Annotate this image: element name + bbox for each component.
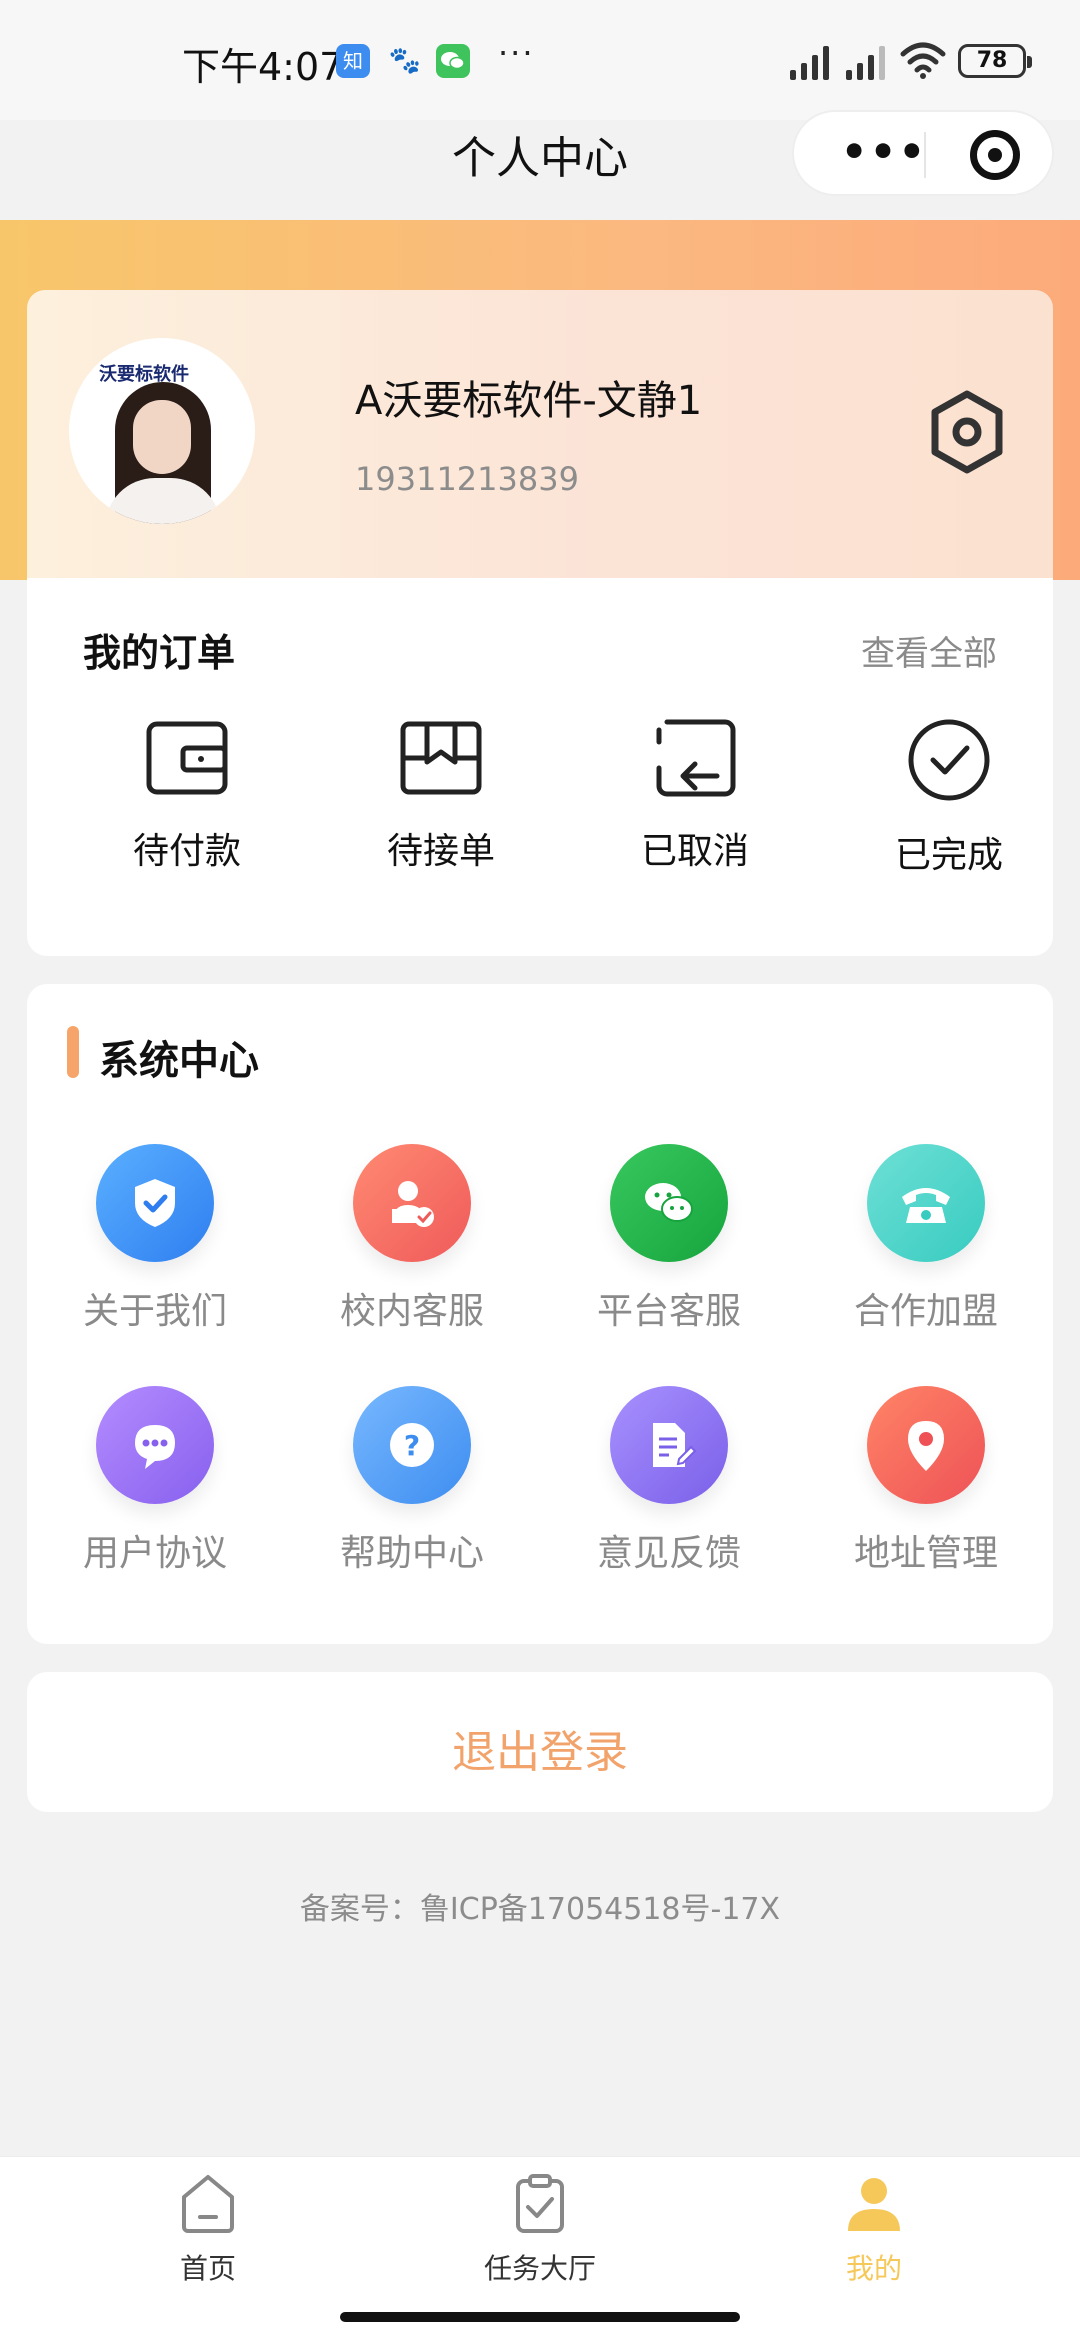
document-edit-icon bbox=[610, 1386, 728, 1504]
wallet-icon bbox=[146, 721, 228, 795]
more-menu-button[interactable]: ••• bbox=[834, 128, 934, 182]
tab-label: 首页 bbox=[179, 2252, 236, 2285]
settings-icon[interactable] bbox=[929, 390, 1005, 474]
avatar[interactable]: 沃要标软件 bbox=[69, 338, 255, 524]
mini-program-capsule: ••• bbox=[792, 110, 1054, 196]
order-pending-payment[interactable]: 待付款 bbox=[87, 718, 287, 918]
home-icon bbox=[182, 2175, 234, 2233]
order-label: 已完成 bbox=[894, 835, 1003, 876]
orders-title: 我的订单 bbox=[83, 631, 236, 675]
system-center-card: 系统中心 关于我们 校内客服 平台客服 合作加盟 用户协议 ? 帮助中心 意见反… bbox=[27, 984, 1053, 1644]
system-item-label: 用户协议 bbox=[82, 1533, 227, 1574]
box-icon bbox=[400, 721, 482, 795]
status-time: 下午4:07 bbox=[182, 45, 344, 89]
user-agreement-item[interactable]: 用户协议 bbox=[55, 1386, 255, 1576]
order-completed[interactable]: 已完成 bbox=[849, 718, 1049, 918]
check-circle-icon bbox=[908, 719, 990, 801]
order-label: 待接单 bbox=[386, 831, 495, 872]
tab-task-hall[interactable]: 任务大厅 bbox=[420, 2173, 660, 2287]
my-orders-card: 我的订单 查看全部 待付款 待接单 已取消 已完成 bbox=[27, 578, 1053, 956]
logout-card[interactable]: 退出登录 bbox=[27, 1672, 1053, 1812]
system-center-title: 系统中心 bbox=[99, 1038, 259, 1084]
system-item-label: 地址管理 bbox=[853, 1533, 998, 1574]
status-more-icon: ··· bbox=[498, 34, 535, 72]
address-management-item[interactable]: 地址管理 bbox=[826, 1386, 1026, 1576]
avatar-face bbox=[133, 400, 191, 474]
system-item-label: 平台客服 bbox=[596, 1291, 741, 1332]
view-all-orders-link[interactable]: 查看全部 bbox=[861, 626, 997, 675]
order-awaiting-acceptance[interactable]: 待接单 bbox=[341, 718, 541, 918]
system-item-label: 合作加盟 bbox=[853, 1291, 998, 1332]
capsule-divider bbox=[924, 132, 926, 178]
close-miniprogram-button[interactable] bbox=[970, 130, 1020, 180]
system-item-label: 校内客服 bbox=[339, 1291, 484, 1332]
profile-page: 下午4:07 知 🐾 ··· 78 个人中心 ••• 沃要标软件 A沃要标软件-… bbox=[0, 0, 1080, 2340]
user-name: A沃要标软件-文静1 bbox=[355, 378, 703, 424]
signal-icon bbox=[790, 44, 840, 80]
question-icon: ? bbox=[353, 1386, 471, 1504]
wechat-status-icon bbox=[436, 44, 470, 78]
order-label: 已取消 bbox=[640, 831, 749, 872]
section-accent-bar bbox=[67, 1026, 79, 1078]
person-icon bbox=[848, 2178, 900, 2231]
zhihu-icon: 知 bbox=[336, 44, 370, 78]
battery-indicator: 78 bbox=[958, 44, 1032, 78]
svg-text:?: ? bbox=[404, 1429, 420, 1462]
location-pin-icon bbox=[867, 1386, 985, 1504]
tab-home[interactable]: 首页 bbox=[88, 2173, 328, 2287]
shield-check-icon bbox=[96, 1144, 214, 1262]
return-icon bbox=[656, 719, 736, 797]
status-bar: 下午4:07 知 🐾 ··· 78 bbox=[0, 0, 1080, 120]
user-phone: 19311213839 bbox=[355, 460, 579, 498]
tab-label: 我的 bbox=[845, 2252, 902, 2285]
avatar-logo-text: 沃要标软件 bbox=[99, 364, 189, 385]
home-indicator[interactable] bbox=[340, 2312, 740, 2322]
help-center-item[interactable]: ? 帮助中心 bbox=[312, 1386, 512, 1576]
campus-service-item[interactable]: 校内客服 bbox=[312, 1144, 512, 1334]
platform-service-item[interactable]: 平台客服 bbox=[569, 1144, 769, 1334]
wifi-icon bbox=[900, 42, 946, 79]
signal-icon-2 bbox=[846, 44, 896, 80]
chat-bubble-icon bbox=[96, 1386, 214, 1504]
wechat-icon bbox=[610, 1144, 728, 1262]
system-item-label: 关于我们 bbox=[82, 1291, 227, 1332]
logout-button[interactable]: 退出登录 bbox=[27, 1716, 1053, 1780]
profile-card: 沃要标软件 A沃要标软件-文静1 19311213839 bbox=[27, 290, 1053, 610]
feedback-item[interactable]: 意见反馈 bbox=[569, 1386, 769, 1576]
system-item-label: 意见反馈 bbox=[596, 1533, 741, 1574]
user-check-icon bbox=[353, 1144, 471, 1262]
clipboard-check-icon bbox=[516, 2174, 564, 2233]
paw-icon: 🐾 bbox=[388, 46, 422, 76]
about-us-item[interactable]: 关于我们 bbox=[55, 1144, 255, 1334]
order-label: 待付款 bbox=[132, 831, 241, 872]
partnership-item[interactable]: 合作加盟 bbox=[826, 1144, 1026, 1334]
tab-label: 任务大厅 bbox=[483, 2252, 596, 2285]
system-item-label: 帮助中心 bbox=[339, 1533, 484, 1574]
order-cancelled[interactable]: 已取消 bbox=[595, 718, 795, 918]
icp-record-text: 备案号：鲁ICP备17054518号-17X bbox=[299, 1892, 781, 1927]
tab-mine[interactable]: 我的 bbox=[754, 2173, 994, 2287]
telephone-icon bbox=[867, 1144, 985, 1262]
